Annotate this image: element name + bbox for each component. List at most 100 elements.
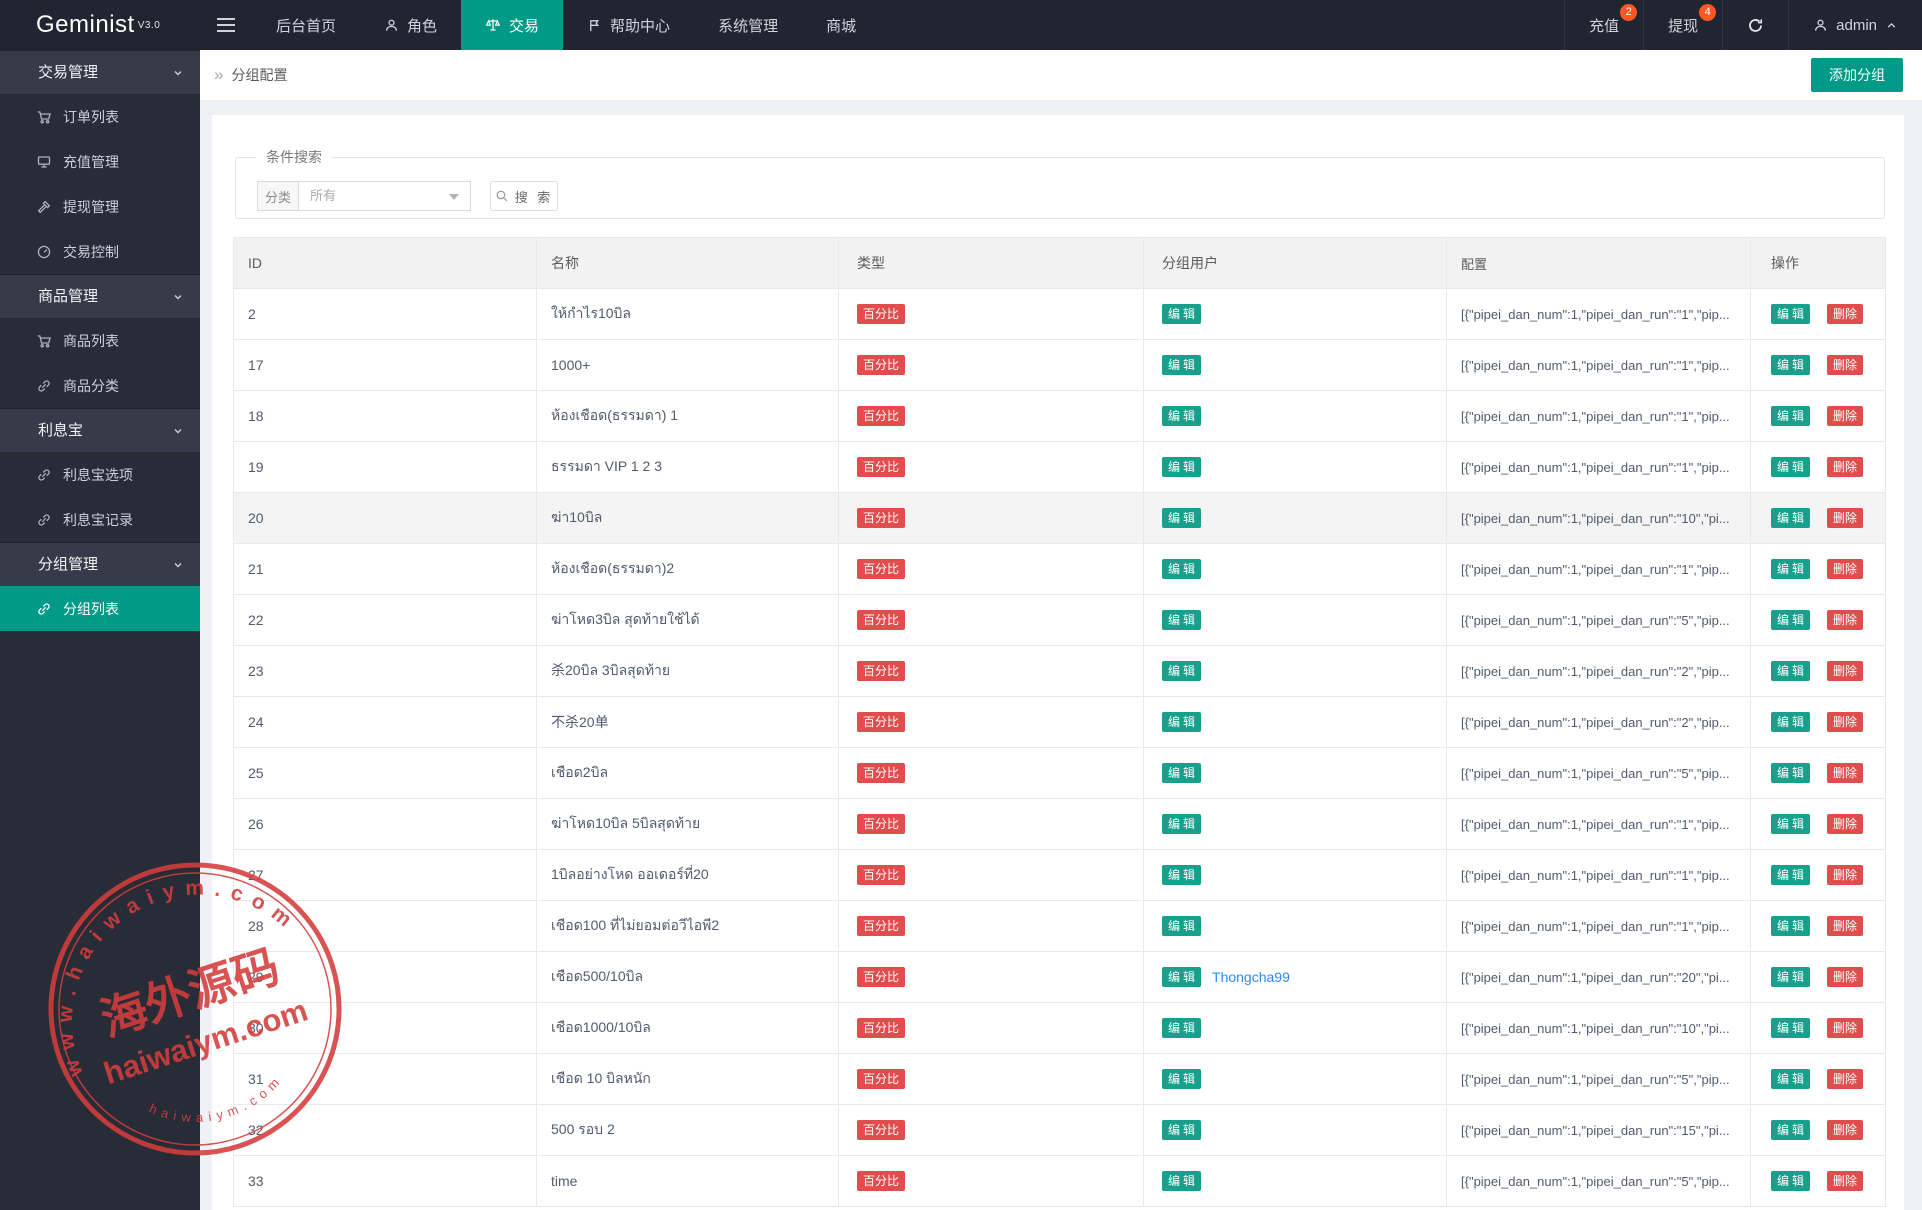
delete-row-button[interactable]: 删除 — [1827, 406, 1863, 426]
admin-menu[interactable]: admin — [1788, 0, 1922, 50]
delete-row-button[interactable]: 删除 — [1827, 712, 1863, 732]
edit-users-button[interactable]: 编辑 — [1162, 1120, 1201, 1140]
delete-row-button[interactable]: 删除 — [1827, 661, 1863, 681]
sidebar-item-trade-control[interactable]: 交易控制 — [0, 229, 200, 274]
nav-item-home[interactable]: 后台首页 — [252, 0, 360, 50]
type-badge: 百分比 — [857, 814, 905, 834]
edit-row-button[interactable]: 编辑 — [1771, 967, 1810, 987]
edit-row-button[interactable]: 编辑 — [1771, 1018, 1810, 1038]
sidebar-group-interest-treasure[interactable]: 利息宝 — [0, 408, 200, 452]
delete-row-button[interactable]: 删除 — [1827, 1018, 1863, 1038]
edit-row-button[interactable]: 编辑 — [1771, 1120, 1810, 1140]
edit-row-button[interactable]: 编辑 — [1771, 916, 1810, 936]
nav-item-roles[interactable]: 角色 — [360, 0, 461, 50]
refresh-button[interactable] — [1722, 0, 1788, 50]
sidebar-item-withdraw-management[interactable]: 提现管理 — [0, 184, 200, 229]
edit-users-button[interactable]: 编辑 — [1162, 457, 1201, 477]
delete-row-button[interactable]: 删除 — [1827, 763, 1863, 783]
edit-row-button[interactable]: 编辑 — [1771, 814, 1810, 834]
sidebar-item-product-list[interactable]: 商品列表 — [0, 318, 200, 363]
category-select[interactable]: 所有 — [299, 181, 471, 211]
delete-row-button[interactable]: 删除 — [1827, 610, 1863, 630]
edit-users-button[interactable]: 编辑 — [1162, 865, 1201, 885]
delete-row-button[interactable]: 删除 — [1827, 1120, 1863, 1140]
edit-users-button[interactable]: 编辑 — [1162, 508, 1201, 528]
edit-row-button[interactable]: 编辑 — [1771, 508, 1810, 528]
search-button[interactable]: 搜 索 — [490, 181, 558, 211]
cell-type: 百分比 — [839, 442, 1144, 492]
edit-row-button[interactable]: 编辑 — [1771, 610, 1810, 630]
delete-row-button[interactable]: 删除 — [1827, 457, 1863, 477]
edit-row-button[interactable]: 编辑 — [1771, 865, 1810, 885]
cell-group-users: 编辑 — [1144, 799, 1447, 849]
nav-item-help-center[interactable]: 帮助中心 — [563, 0, 694, 50]
sidebar-item-order-list[interactable]: 订单列表 — [0, 94, 200, 139]
delete-row-button[interactable]: 删除 — [1827, 967, 1863, 987]
edit-row-button[interactable]: 编辑 — [1771, 661, 1810, 681]
edit-users-button[interactable]: 编辑 — [1162, 916, 1201, 936]
cell-group-users: 编辑 — [1144, 493, 1447, 543]
gavel-icon — [36, 199, 52, 215]
cell-actions: 编辑 删除 — [1751, 850, 1885, 900]
edit-row-button[interactable]: 编辑 — [1771, 712, 1810, 732]
delete-row-button[interactable]: 删除 — [1827, 916, 1863, 936]
delete-row-button[interactable]: 删除 — [1827, 865, 1863, 885]
edit-users-button[interactable]: 编辑 — [1162, 304, 1201, 324]
edit-row-button[interactable]: 编辑 — [1771, 355, 1810, 375]
edit-row-button[interactable]: 编辑 — [1771, 1069, 1810, 1089]
edit-row-button[interactable]: 编辑 — [1771, 457, 1810, 477]
breadcrumb-arrow-icon: » — [214, 65, 223, 85]
sidebar-item-recharge-management[interactable]: 充值管理 — [0, 139, 200, 184]
edit-users-button[interactable]: 编辑 — [1162, 1171, 1201, 1191]
delete-row-button[interactable]: 删除 — [1827, 1171, 1863, 1191]
recharge-notifications[interactable]: 充值 2 — [1564, 0, 1643, 50]
sidebar-toggle-button[interactable] — [200, 0, 252, 50]
withdraw-notifications[interactable]: 提现 4 — [1643, 0, 1722, 50]
sidebar-item-interest-options[interactable]: 利息宝选项 — [0, 452, 200, 497]
edit-row-button[interactable]: 编辑 — [1771, 763, 1810, 783]
edit-row-button[interactable]: 编辑 — [1771, 406, 1810, 426]
sidebar-item-group-list[interactable]: 分组列表 — [0, 586, 200, 631]
nav-item-system[interactable]: 系统管理 — [694, 0, 802, 50]
cell-group-users: 编辑 — [1144, 442, 1447, 492]
sidebar-group-trade-management[interactable]: 交易管理 — [0, 50, 200, 94]
type-badge: 百分比 — [857, 1069, 905, 1089]
delete-row-button[interactable]: 删除 — [1827, 814, 1863, 834]
cell-group-users: 编辑 — [1144, 289, 1447, 339]
delete-row-button[interactable]: 删除 — [1827, 1069, 1863, 1089]
nav-item-trade[interactable]: 交易 — [461, 0, 563, 50]
edit-users-button[interactable]: 编辑 — [1162, 406, 1201, 426]
sidebar-group-product-management[interactable]: 商品管理 — [0, 274, 200, 318]
edit-users-button[interactable]: 编辑 — [1162, 1018, 1201, 1038]
edit-users-button[interactable]: 编辑 — [1162, 814, 1201, 834]
edit-users-button[interactable]: 编辑 — [1162, 712, 1201, 732]
edit-row-button[interactable]: 编辑 — [1771, 559, 1810, 579]
nav-item-mall[interactable]: 商城 — [802, 0, 880, 50]
sidebar-item-interest-records[interactable]: 利息宝记录 — [0, 497, 200, 542]
edit-users-button[interactable]: 编辑 — [1162, 967, 1201, 987]
edit-users-button[interactable]: 编辑 — [1162, 661, 1201, 681]
group-user-link[interactable]: Thongcha99 — [1212, 969, 1290, 985]
cell-type: 百分比 — [839, 544, 1144, 594]
cell-id: 28 — [234, 901, 537, 951]
delete-row-button[interactable]: 删除 — [1827, 559, 1863, 579]
edit-users-button[interactable]: 编辑 — [1162, 1069, 1201, 1089]
edit-users-button[interactable]: 编辑 — [1162, 610, 1201, 630]
edit-users-button[interactable]: 编辑 — [1162, 355, 1201, 375]
select-caret-icon — [449, 194, 459, 200]
sidebar-group-grouping-management[interactable]: 分组管理 — [0, 542, 200, 586]
cell-actions: 编辑 删除 — [1751, 289, 1885, 339]
add-group-button[interactable]: 添加分组 — [1811, 58, 1903, 92]
category-label: 分类 — [257, 181, 299, 211]
edit-users-button[interactable]: 编辑 — [1162, 763, 1201, 783]
table-row: 22 ฆ่าโหด3บิล สุดท้ายใช้ได้ 百分比 编辑 [{"pi… — [234, 595, 1885, 646]
delete-row-button[interactable]: 删除 — [1827, 304, 1863, 324]
table-row: 27 1บิลอย่างโหด ออเดอร์ที่20 百分比 编辑 [{"p… — [234, 850, 1885, 901]
col-header-actions: 操作 — [1751, 238, 1885, 288]
edit-row-button[interactable]: 编辑 — [1771, 304, 1810, 324]
edit-users-button[interactable]: 编辑 — [1162, 559, 1201, 579]
sidebar-item-product-category[interactable]: 商品分类 — [0, 363, 200, 408]
delete-row-button[interactable]: 删除 — [1827, 355, 1863, 375]
delete-row-button[interactable]: 删除 — [1827, 508, 1863, 528]
edit-row-button[interactable]: 编辑 — [1771, 1171, 1810, 1191]
